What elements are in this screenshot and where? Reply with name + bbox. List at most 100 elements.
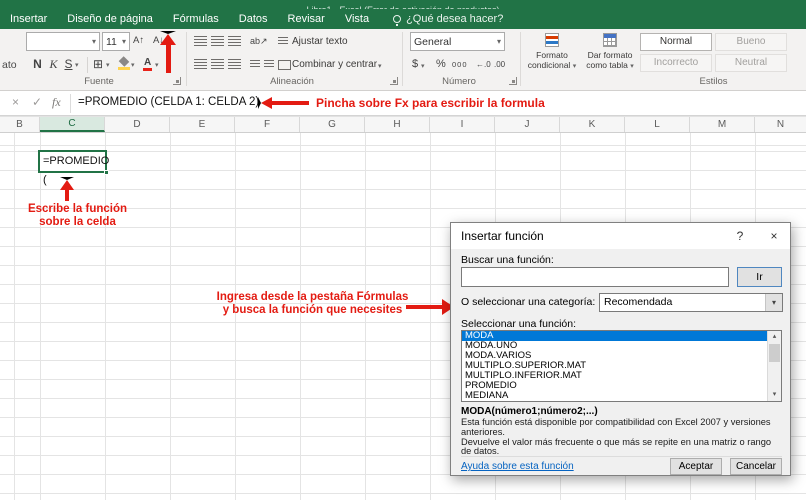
decrease-decimal-button[interactable]: .00	[494, 60, 505, 69]
merge-center-icon[interactable]	[278, 60, 291, 70]
column-header-i[interactable]: I	[430, 117, 495, 132]
bold-button[interactable]: N	[31, 57, 44, 71]
format-as-table-button[interactable]: Dar formato como tabla ▾	[582, 31, 638, 73]
listbox-scrollbar[interactable]: ▴ ▾	[767, 331, 781, 401]
column-header-b[interactable]: B	[0, 117, 40, 132]
scrollbar-thumb[interactable]	[769, 344, 780, 362]
underline-button[interactable]: S	[62, 57, 75, 71]
increase-decimal-button[interactable]: ←.0	[476, 60, 491, 69]
excel-window: Libro1 - Excel (Error de activación de p…	[0, 0, 806, 500]
conditional-formatting-button[interactable]: Formato condicional ▾	[524, 31, 580, 73]
cell-style-neutral[interactable]: Neutral	[715, 54, 787, 72]
column-header-l[interactable]: L	[625, 117, 690, 132]
formula-input[interactable]: =PROMEDIO (CELDA 1: CELDA 2)	[78, 96, 259, 108]
chevron-down-icon[interactable]: ▾	[131, 61, 135, 69]
grow-font-button[interactable]: A↑	[133, 35, 144, 46]
function-option-mediana[interactable]: MEDIANA	[462, 391, 767, 401]
formulas-tab-arrow-stem	[166, 41, 171, 73]
indent-decrease-icon[interactable]	[250, 60, 260, 69]
dialog-note-text: Ingresa desde la pestaña Fórmulas y busc…	[210, 291, 415, 317]
conditional-formatting-label-1: Formato	[536, 50, 568, 60]
category-select[interactable]: Recomendada ▾	[599, 293, 783, 312]
align-top-icon[interactable]	[194, 36, 207, 47]
number-dialog-launcher-icon[interactable]	[509, 77, 517, 85]
scroll-down-icon[interactable]: ▾	[768, 389, 781, 401]
alignment-dialog-launcher-icon[interactable]	[390, 77, 398, 85]
indent-increase-icon[interactable]	[264, 60, 274, 69]
align-bottom-icon[interactable]	[228, 36, 241, 47]
align-middle-icon[interactable]	[211, 36, 224, 47]
column-header-d[interactable]: D	[105, 117, 170, 132]
wrap-text-button[interactable]: Ajustar texto	[292, 36, 348, 47]
number-group-label: Número	[442, 76, 476, 87]
italic-button[interactable]: K	[47, 57, 60, 72]
column-header-h[interactable]: H	[365, 117, 430, 132]
chevron-down-icon[interactable]: ▾	[122, 37, 126, 46]
chevron-down-icon[interactable]: ▾	[765, 294, 782, 311]
column-header-f[interactable]: F	[235, 117, 300, 132]
borders-button[interactable]: ⊞	[93, 57, 103, 71]
scroll-up-icon[interactable]: ▴	[768, 331, 781, 343]
format-as-table-label-1: Dar formato	[587, 50, 633, 60]
cell-note-line2: sobre la celda	[39, 216, 116, 228]
cell-style-incorrecto[interactable]: Incorrecto	[640, 54, 712, 72]
cell-style-bueno[interactable]: Bueno	[715, 33, 787, 51]
column-header-j[interactable]: J	[495, 117, 560, 132]
fill-color-icon[interactable]	[118, 57, 130, 70]
tab-revisar[interactable]: Revisar	[278, 9, 335, 29]
merge-center-button[interactable]: Combinar y centrar	[292, 59, 377, 70]
chevron-down-icon[interactable]: ▾	[497, 37, 501, 46]
tell-me-search[interactable]: ¿Qué desea hacer?	[393, 13, 503, 26]
cell-style-normal[interactable]: Normal	[640, 33, 712, 51]
chevron-down-icon[interactable]: ▾	[155, 61, 159, 69]
go-button[interactable]: Ir	[737, 267, 782, 287]
chevron-down-icon[interactable]: ▾	[75, 61, 79, 69]
chevron-down-icon[interactable]: ▾	[92, 37, 96, 46]
function-help-link[interactable]: Ayuda sobre esta función	[461, 461, 662, 472]
font-name-select[interactable]: ▾	[26, 32, 100, 51]
chevron-down-icon: ▾	[572, 63, 577, 70]
chevron-down-icon[interactable]: ▾	[378, 62, 382, 70]
close-icon[interactable]: ×	[758, 223, 790, 249]
accept-button[interactable]: Aceptar	[670, 458, 722, 475]
column-header-m[interactable]: M	[690, 117, 755, 132]
tab-vista[interactable]: Vista	[335, 9, 379, 29]
dialog-title: Insertar función	[461, 229, 544, 243]
currency-format-button[interactable]: $	[412, 58, 418, 70]
function-search-input[interactable]	[461, 267, 729, 287]
function-listbox[interactable]: MODA MODA.UNO MODA.VARIOS MULTIPLO.SUPER…	[461, 330, 782, 402]
wrap-text-icon[interactable]	[278, 37, 288, 46]
tab-diseno-de-pagina[interactable]: Diseño de página	[57, 9, 163, 29]
align-center-icon[interactable]	[211, 59, 224, 70]
column-header-k[interactable]: K	[560, 117, 625, 132]
active-cell[interactable]: =PROMEDIO (	[38, 150, 109, 186]
thousands-format-button[interactable]: 000	[452, 60, 468, 69]
column-header-g[interactable]: G	[300, 117, 365, 132]
dialog-help-icon[interactable]: ?	[724, 223, 756, 249]
window-titlebar: Libro1 - Excel (Error de activación de p…	[0, 0, 806, 9]
dialog-note-line1: Ingresa desde la pestaña Fórmulas	[216, 291, 409, 303]
column-header-c[interactable]: C	[40, 117, 105, 132]
chevron-down-icon[interactable]: ▾	[421, 62, 425, 70]
tab-formulas[interactable]: Fórmulas	[163, 9, 229, 29]
font-size-select[interactable]: 11 ▾	[102, 32, 130, 51]
percent-format-button[interactable]: %	[436, 58, 446, 70]
align-right-icon[interactable]	[228, 59, 241, 70]
chevron-down-icon[interactable]: ▾	[106, 61, 110, 69]
tab-insertar[interactable]: Insertar	[0, 9, 57, 29]
font-color-button[interactable]: A	[143, 57, 153, 71]
lightbulb-icon	[393, 15, 402, 26]
column-header-e[interactable]: E	[170, 117, 235, 132]
cancel-button[interactable]: Cancelar	[730, 458, 782, 475]
cancel-icon[interactable]: ×	[12, 95, 19, 109]
active-cell-text: =PROMEDIO (	[43, 155, 110, 186]
tab-datos[interactable]: Datos	[229, 9, 278, 29]
align-left-icon[interactable]	[194, 59, 207, 70]
number-format-select[interactable]: General ▾	[410, 32, 505, 51]
font-dialog-launcher-icon[interactable]	[173, 77, 181, 85]
enter-icon[interactable]: ✓	[32, 95, 42, 109]
orientation-button[interactable]: ab↗	[250, 36, 268, 47]
insert-function-icon[interactable]: fx	[52, 95, 61, 110]
fill-handle[interactable]	[104, 170, 109, 175]
column-header-n[interactable]: N	[755, 117, 806, 132]
